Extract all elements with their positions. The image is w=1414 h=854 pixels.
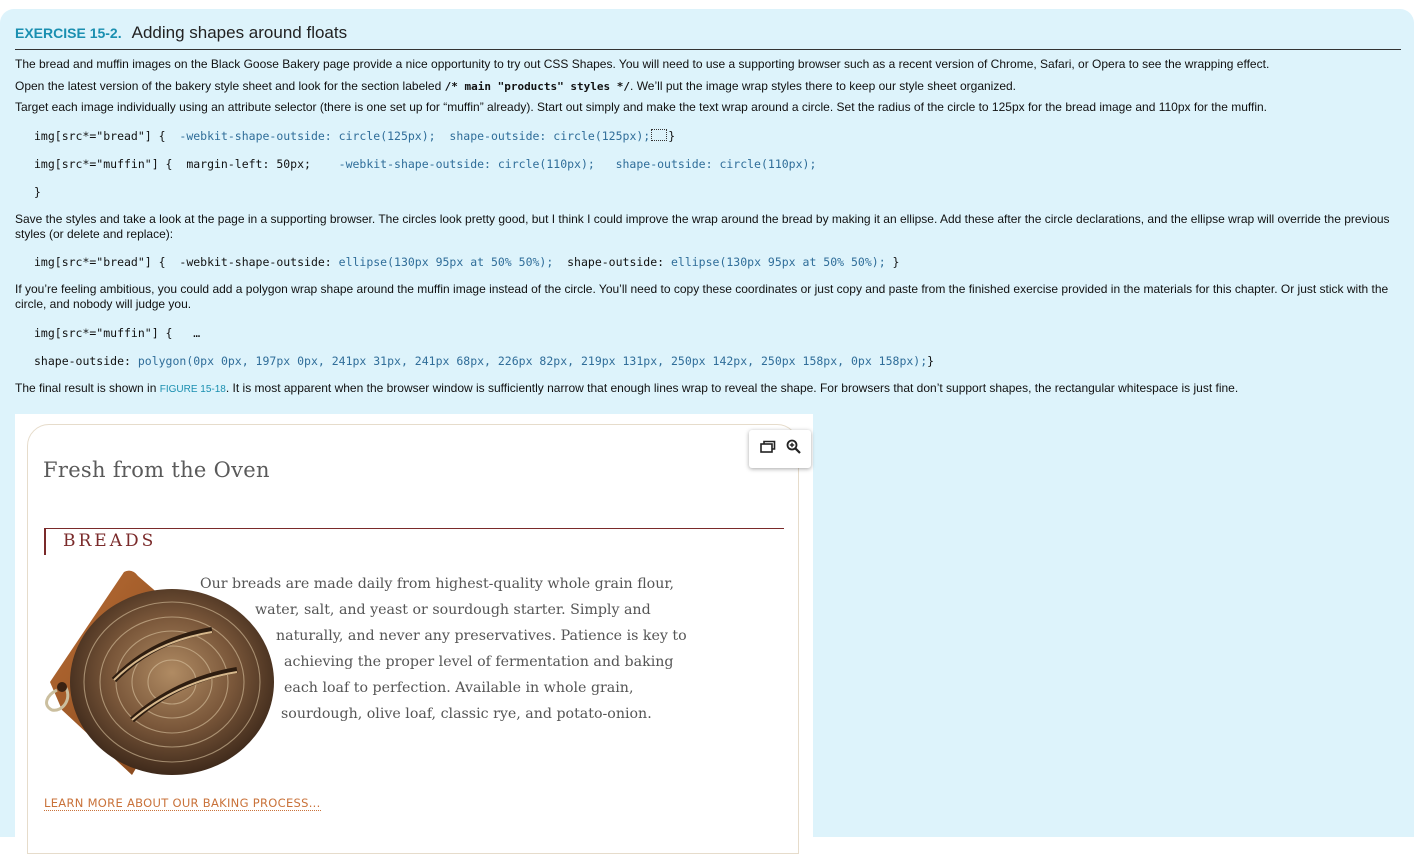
exercise-header: EXERCISE 15-2. Adding shapes around floa…	[15, 23, 1401, 50]
paragraph-open-stylesheet: Open the latest version of the bakery st…	[15, 79, 1401, 94]
code-placeholder-box	[651, 129, 668, 141]
section-rule	[44, 528, 784, 529]
code-brace: }	[885, 255, 900, 269]
paragraph-target-images: Target each image individually using an …	[15, 100, 1268, 114]
paragraph-text: . It is most apparent when the browser w…	[225, 381, 1239, 395]
figure-text-line: naturally, and never any preservatives. …	[276, 628, 687, 644]
learn-more-link[interactable]: LEARN MORE ABOUT OUR BAKING PROCESS...	[44, 796, 321, 811]
paragraph-text: The final result is shown in	[15, 381, 160, 395]
section-title: BREADS	[63, 531, 157, 551]
paragraph-text: Open the latest version of the bakery st…	[15, 79, 445, 93]
code-selector: img[src*="bread"] { -webkit-shape-outsid…	[34, 255, 339, 269]
figure-toolbar	[749, 430, 811, 468]
code-selector: img[src*="bread"] {	[34, 129, 180, 143]
code-line: img[src*="bread"] { -webkit-shape-outsid…	[34, 129, 1401, 143]
paragraph-text: . We’ll put the image wrap styles there …	[630, 79, 1017, 93]
code-property: shape-outside:	[34, 354, 138, 368]
code-value: -webkit-shape-outside: circle(125px); sh…	[179, 129, 651, 143]
figure-link[interactable]: FIGURE 15-18	[160, 384, 226, 395]
figure-text-line: each loaf to perfection. Available in wh…	[284, 680, 634, 696]
figure-text-line: water, salt, and yeast or sourdough star…	[255, 602, 651, 618]
figure-15-18: Fresh from the Oven BREADS Our breads ar…	[15, 414, 813, 854]
code-line: img[src*="bread"] { -webkit-shape-outsid…	[34, 255, 1401, 269]
figure-heading: Fresh from the Oven	[43, 458, 270, 482]
code-brace: }	[668, 129, 676, 143]
code-value: ellipse(130px 95px at 50% 50%);	[338, 255, 554, 269]
gallery-icon[interactable]	[759, 440, 776, 459]
code-line: shape-outside: polygon(0px 0px, 197px 0p…	[34, 354, 1401, 368]
code-brace: }	[927, 354, 935, 368]
exercise-title: Adding shapes around floats	[131, 23, 348, 42]
code-value: -webkit-shape-outside: circle(110px); sh…	[338, 157, 817, 171]
bread-image	[45, 570, 274, 775]
inline-code: /* main "products" styles */	[444, 80, 631, 93]
figure-text-line: achieving the proper level of fermentati…	[284, 654, 674, 670]
code-value: polygon(0px 0px, 197px 0px, 241px 31px, …	[137, 354, 928, 368]
code-line: img[src*="muffin"] { …	[34, 326, 201, 340]
code-value: ellipse(130px 95px at 50% 50%);	[670, 255, 886, 269]
figure-text-line: sourdough, olive loaf, classic rye, and …	[281, 706, 652, 722]
paragraph-intro: The bread and muffin images on the Black…	[15, 57, 1270, 71]
zoom-icon[interactable]	[786, 439, 801, 459]
paragraph-final-result: The final result is shown in FIGURE 15-1…	[15, 381, 1401, 397]
section-bar	[44, 529, 46, 555]
code-selector: img[src*="muffin"] { margin-left: 50px;	[34, 157, 339, 171]
code-line: }	[34, 185, 41, 199]
paragraph-polygon: If you’re feeling ambitious, you could a…	[15, 282, 1389, 311]
figure-text-line: Our breads are made daily from highest-q…	[200, 576, 675, 592]
exercise-label: EXERCISE 15-2.	[15, 25, 122, 41]
code-line: img[src*="muffin"] { margin-left: 50px; …	[34, 157, 1401, 171]
paragraph-ellipse: Save the styles and take a look at the p…	[15, 212, 1390, 241]
code-property: shape-outside:	[553, 255, 671, 269]
